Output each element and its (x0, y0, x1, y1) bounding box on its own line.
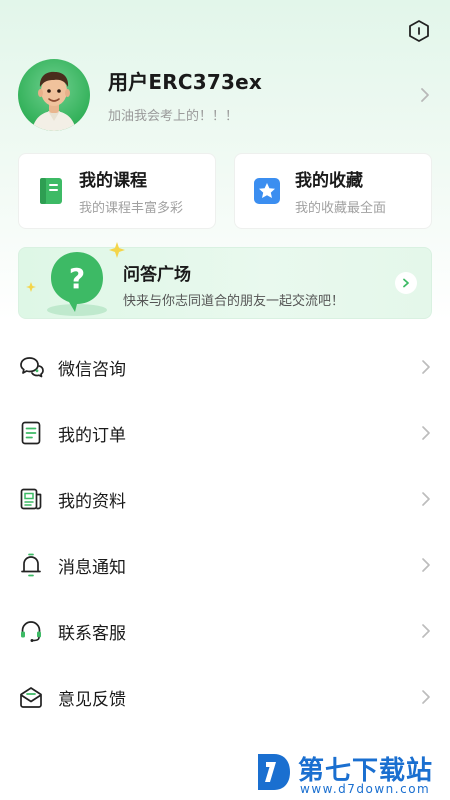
chevron-right-icon (422, 492, 430, 506)
avatar-illustration (32, 71, 76, 131)
chevron-right-icon (422, 426, 430, 440)
my-favorites-card[interactable]: 我的收藏 我的收藏最全面 (234, 153, 432, 229)
shortcut-cards: 我的课程 我的课程丰富多彩 我的收藏 我的收藏最全面 (18, 153, 432, 229)
menu-label: 微信咨询 (58, 359, 126, 380)
card-subtitle: 我的课程丰富多彩 (79, 201, 184, 216)
menu-item-wechat-consult[interactable]: 微信咨询 (0, 334, 450, 400)
hexagon-settings-icon (409, 20, 429, 42)
qa-subtitle: 快来与你志同道合的朋友一起交流吧！ (123, 294, 345, 309)
card-title: 我的课程 (79, 171, 147, 191)
username: 用户ERC373ex (108, 70, 262, 94)
chat-bubbles-icon (20, 357, 44, 378)
menu-label: 我的资料 (58, 491, 126, 512)
chevron-right-icon (422, 558, 430, 572)
chevron-right-icon (422, 360, 430, 374)
menu-item-my-materials[interactable]: 我的资料 (0, 466, 450, 532)
chevron-right-icon (403, 278, 409, 288)
menu-item-feedback[interactable]: 意见反馈 (0, 664, 450, 730)
menu-item-notifications[interactable]: 消息通知 (0, 532, 450, 598)
user-motto: 加油我会考上的！！！ (108, 109, 239, 124)
menu-label: 联系客服 (58, 623, 126, 644)
menu-label: 我的订单 (58, 425, 126, 446)
envelope-icon (20, 687, 42, 708)
star-icon (254, 178, 280, 204)
menu-label: 意见反馈 (58, 689, 126, 710)
order-document-icon (21, 421, 41, 445)
settings-button[interactable] (406, 18, 432, 44)
question-bubble-icon: ? (26, 242, 125, 316)
menu-item-my-orders[interactable]: 我的订单 (0, 400, 450, 466)
card-title: 我的收藏 (295, 171, 363, 191)
menu-label: 消息通知 (58, 557, 126, 578)
menu-item-customer-service[interactable]: 联系客服 (0, 598, 450, 664)
d7-logo-icon (258, 754, 290, 790)
card-subtitle: 我的收藏最全面 (295, 201, 387, 216)
chevron-right-icon (422, 624, 430, 638)
my-courses-card[interactable]: 我的课程 我的课程丰富多彩 (18, 153, 216, 229)
qa-go-button[interactable] (395, 272, 417, 294)
chevron-right-icon (422, 690, 430, 704)
book-icon (40, 178, 62, 204)
settings-menu: 微信咨询 我的订单 我的资料 消息通知 联系客服 意见反馈 (0, 334, 450, 730)
bell-icon (21, 553, 41, 577)
svg-text:?: ? (69, 262, 85, 295)
chevron-right-icon (421, 88, 429, 102)
qa-square-banner[interactable]: ? 问答广场 快来与你志同道合的朋友一起交流吧！ (18, 242, 432, 319)
avatar[interactable] (18, 59, 90, 131)
qa-title: 问答广场 (123, 265, 191, 285)
headset-icon (21, 621, 41, 642)
profile-row[interactable]: 用户ERC373ex 加油我会考上的！！！ (18, 58, 432, 132)
watermark-url: www.d7down.com (300, 782, 431, 796)
newspaper-icon (20, 488, 42, 510)
watermark: 第七下载站 www.d7down.com (254, 748, 446, 796)
